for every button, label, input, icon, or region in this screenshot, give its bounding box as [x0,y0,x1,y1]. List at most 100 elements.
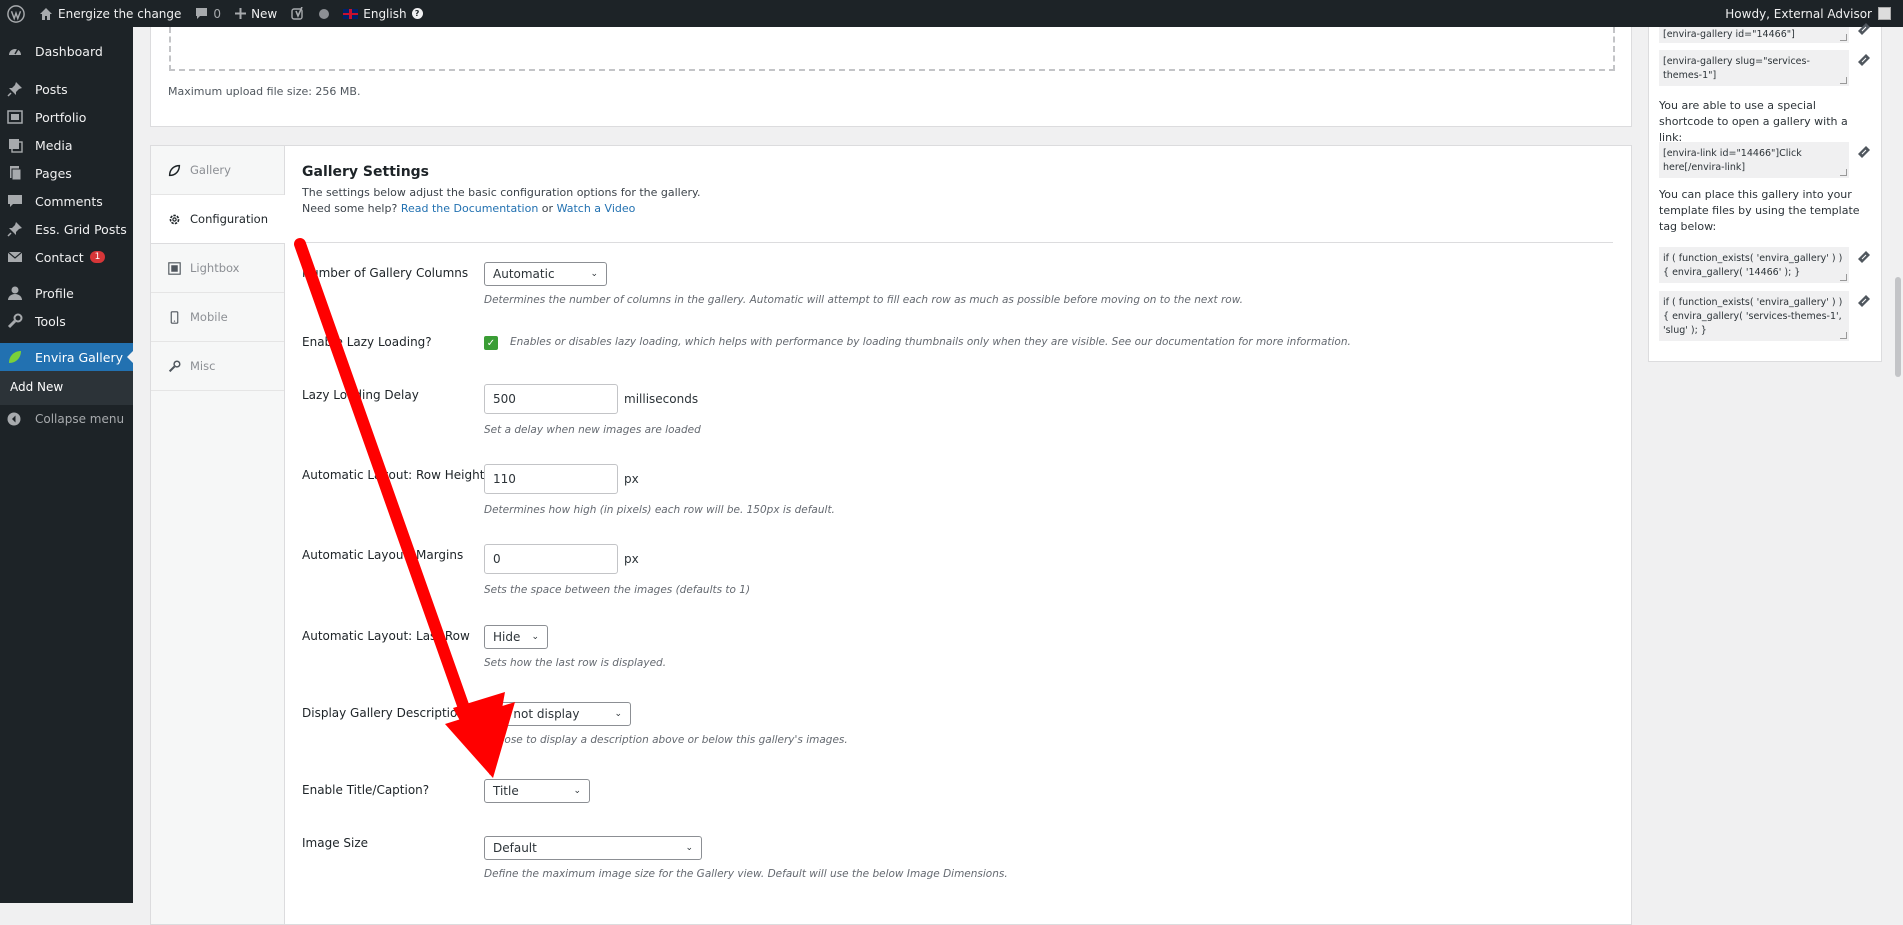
sidebar-item-label: Ess. Grid Posts [35,221,127,237]
image-size-select[interactable]: Default ⌄ [484,836,702,860]
lazy-loading-checkbox[interactable]: ✓ [484,336,498,350]
tab-label: Gallery [190,163,231,177]
site-name: Energize the change [58,6,182,21]
last-row-select[interactable]: Hide ⌄ [484,625,548,649]
tab-label: Lightbox [190,261,240,275]
tab-label: Mobile [190,310,228,324]
sidebar-item-label: Portfolio [35,109,87,125]
tab-configuration[interactable]: Configuration [151,195,285,244]
copy-icon[interactable] [1856,249,1872,269]
language-switcher[interactable]: English ? [336,0,429,27]
sidebar-item-dashboard[interactable]: Dashboard [0,37,133,65]
sidebar-item-contact[interactable]: Contact 1 [0,243,133,271]
yoast-icon [291,6,305,21]
tab-label: Configuration [190,212,268,226]
documentation-link[interactable]: Read the Documentation [401,202,538,215]
sidebar-item-comments[interactable]: Comments [0,187,133,215]
copy-icon[interactable] [1856,293,1872,313]
wrench-icon [7,313,27,329]
shortcode-slug-field[interactable]: [envira-gallery slug="services-themes-1"… [1659,50,1849,86]
admin-sidebar: Dashboard Posts Portfolio Media Pages Co… [0,27,133,903]
pin-icon [7,81,27,97]
columns-label: Number of Gallery Columns [302,266,469,280]
collapse-menu-label: Collapse menu [35,412,125,426]
template-tag-slug-field[interactable]: if ( function_exists( 'envira_gallery' )… [1659,291,1849,341]
row-height-desc: Determines how high (in pixels) each row… [484,504,835,516]
image-size-label: Image Size [302,836,369,850]
leaf-icon [168,164,184,177]
sidebar-item-label: Tools [35,313,66,329]
gallery-settings-panel: Gallery Configuration Lightbox Mobile Mi… [150,145,1632,925]
tab-lightbox[interactable]: Lightbox [151,244,284,293]
wrench-icon [168,359,184,373]
tab-mobile[interactable]: Mobile [151,293,284,342]
mail-icon [7,249,27,265]
wordpress-logo-icon[interactable] [0,0,32,27]
page-scrollbar[interactable] [1893,27,1903,903]
upload-dropzone[interactable] [169,27,1615,71]
lazy-loading-label: Enable Lazy Loading? [302,335,432,349]
settings-tabs: Gallery Configuration Lightbox Mobile Mi… [151,146,285,924]
last-row-value: Hide [493,630,521,644]
sidebar-item-label: Envira Gallery [35,349,123,365]
description-display-desc: Choose to display a description above or… [484,734,848,746]
row-height-label: Automatic Layout: Row Height [302,468,485,482]
watch-video-link[interactable]: Watch a Video [557,202,636,215]
margins-unit: px [624,552,639,566]
template-tag-text: You can place this gallery into your tem… [1659,188,1860,233]
tab-misc[interactable]: Misc [151,342,284,391]
title-caption-select[interactable]: Title ⌄ [484,779,590,803]
page-title: Gallery Settings [302,164,430,180]
comments-icon [7,193,27,209]
chevron-down-icon: ⌄ [614,709,622,719]
sidebar-item-tools[interactable]: Tools [0,307,133,335]
sidebar-item-ess-grid-posts[interactable]: Ess. Grid Posts [0,215,133,243]
copy-icon[interactable] [1856,144,1872,164]
new-label: New [251,6,278,21]
columns-select[interactable]: Automatic ⌄ [484,262,607,286]
description-display-label: Display Gallery Description? [302,706,472,720]
sidebar-item-media[interactable]: Media [0,131,133,159]
sidebar-item-label: Profile [35,285,74,301]
envira-submenu: Add New [0,371,133,405]
chevron-down-icon: ⌄ [573,786,581,796]
lazy-loading-desc: Enables or disables lazy loading, which … [510,336,1351,348]
sidebar-item-pages[interactable]: Pages [0,159,133,187]
link-shortcode-field[interactable]: [envira-link id="14466"]Click here[/envi… [1659,142,1849,178]
sidebar-item-envira-gallery[interactable]: Envira Gallery [0,343,133,371]
row-height-unit: px [624,472,639,486]
description-display-select[interactable]: Do not display ⌄ [484,702,631,726]
last-row-desc: Sets how the last row is displayed. [484,657,667,669]
portfolio-icon [7,109,27,125]
lazy-loading-control: ✓ Enables or disables lazy loading, whic… [484,336,1351,350]
title-caption-label: Enable Title/Caption? [302,783,430,797]
help-icon: ? [411,8,423,19]
comments-link[interactable]: 0 [188,0,228,27]
my-account-menu[interactable]: Howdy, External Advisor [1725,7,1903,21]
language-label: English [363,6,407,21]
lazy-delay-label: Lazy Loading Delay [302,388,419,402]
sidebar-item-profile[interactable]: Profile [0,279,133,307]
copy-icon[interactable] [1856,52,1872,72]
collapse-menu-button[interactable]: Collapse menu [0,405,133,433]
scrollbar-thumb[interactable] [1895,277,1901,377]
sidebar-item-portfolio[interactable]: Portfolio [0,103,133,131]
sidebar-item-posts[interactable]: Posts [0,75,133,103]
copy-icon[interactable] [1856,21,1872,41]
tab-gallery[interactable]: Gallery [151,146,284,195]
sidebar-item-label: Media [35,137,73,153]
yoast-seo-link[interactable] [284,0,312,27]
row-height-input[interactable]: 110 [484,464,618,494]
shortcode-id-field[interactable]: [envira-gallery id="14466"] [1659,27,1849,43]
uk-flag-icon [343,8,359,19]
sidebar-item-label: Pages [35,165,72,181]
submenu-add-new[interactable]: Add New [0,375,133,399]
site-name-link[interactable]: Energize the change [32,0,188,27]
margins-input[interactable]: 0 [484,544,618,574]
new-content-link[interactable]: New [228,0,284,27]
collapse-arrow-icon [7,412,27,426]
chevron-down-icon: ⌄ [685,843,693,853]
lazy-delay-input[interactable]: 500 [484,384,618,414]
margins-label: Automatic Layout: Margins [302,548,464,562]
template-tag-id-field[interactable]: if ( function_exists( 'envira_gallery' )… [1659,247,1849,283]
